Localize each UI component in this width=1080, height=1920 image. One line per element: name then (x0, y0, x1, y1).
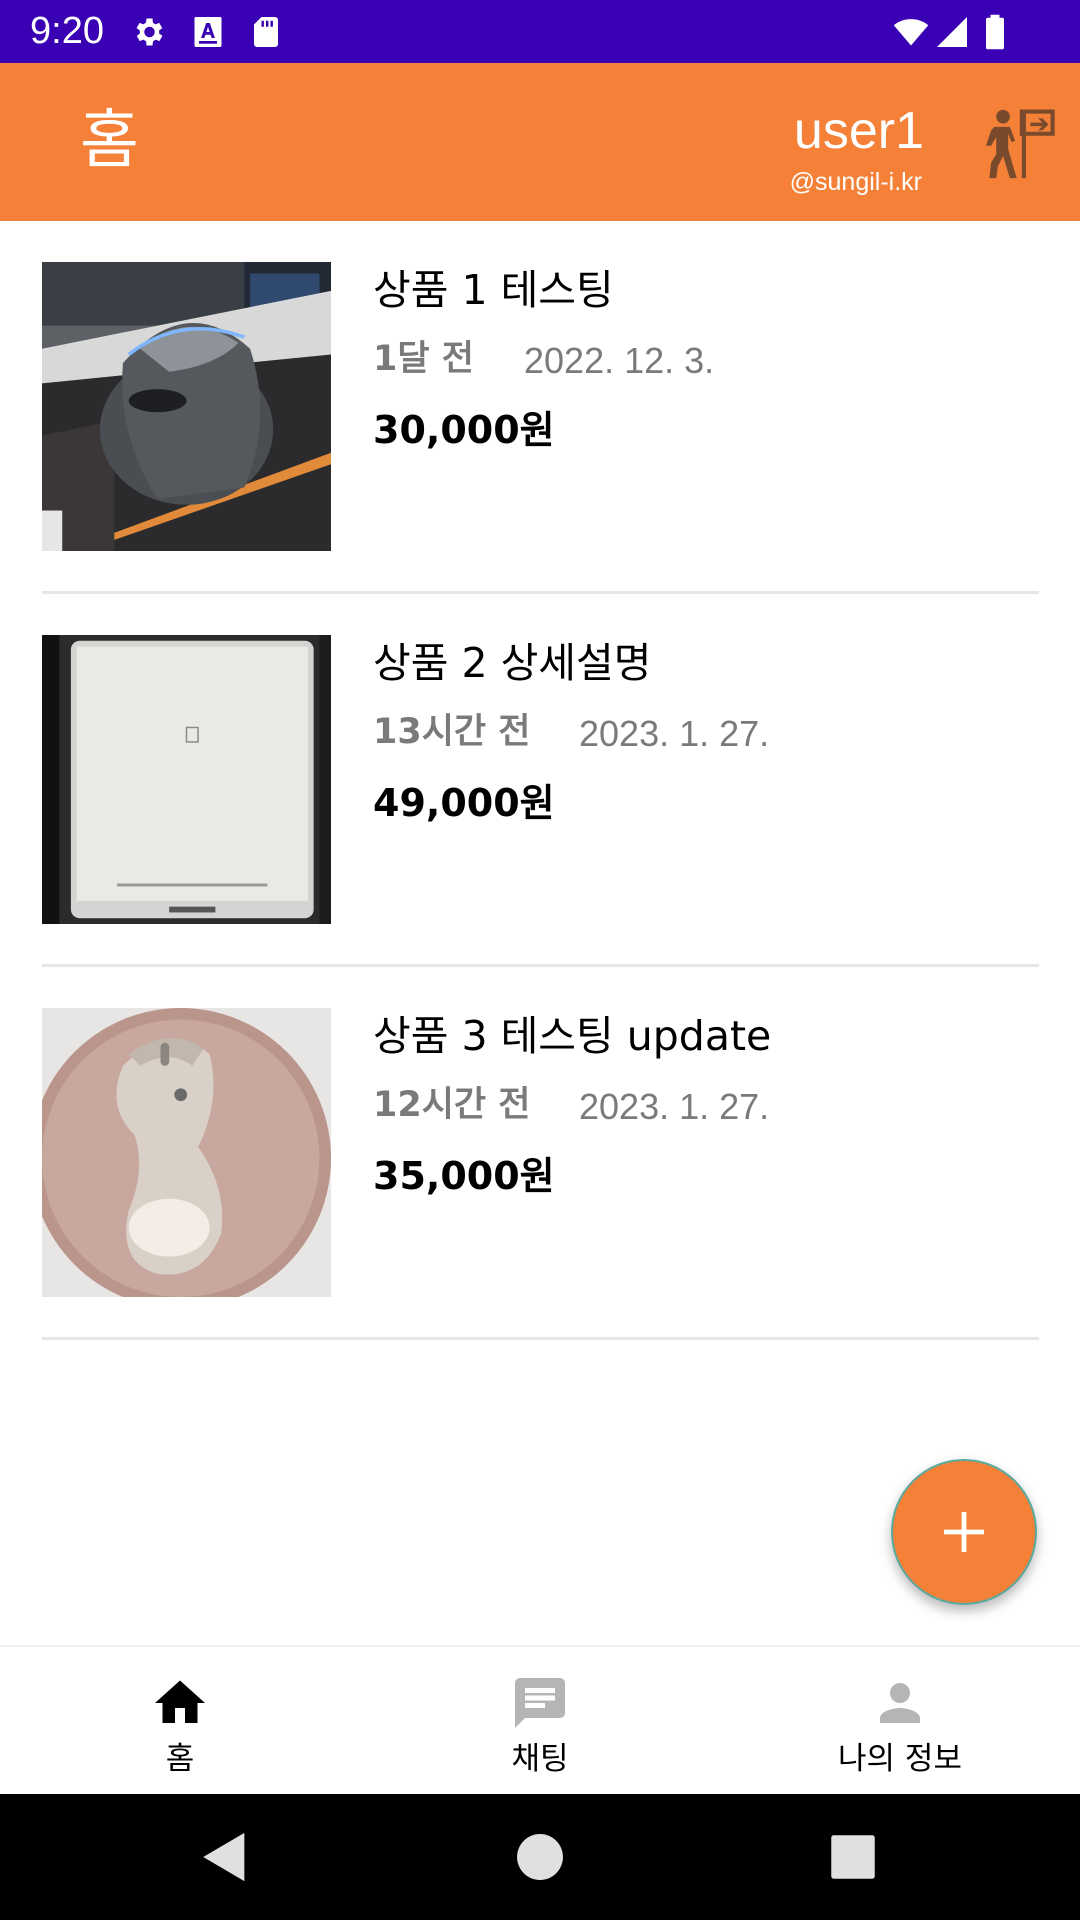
bottom-navigation: 홈 채팅 나의 정보 (0, 1645, 1080, 1794)
product-list-item[interactable]: 상품 3 테스팅 update 12시간 전 2023. 1. 27. 35,0… (0, 967, 1080, 1340)
product-date: 2023. 1. 27. (579, 1086, 770, 1127)
vertical-mouse-photo (42, 262, 331, 551)
status-bar: 9:20 (0, 0, 1080, 63)
app-bar: 홈 user1 @sungil-i.kr (0, 63, 1080, 221)
nav-label: 채팅 (511, 1741, 569, 1777)
username: user1 (793, 102, 924, 160)
product-time-ago: 1달 전 (373, 339, 474, 379)
settings-icon (130, 14, 166, 50)
home-circle-icon[interactable] (511, 1828, 569, 1886)
product-list-item[interactable]: 상품 2 상세설명 13시간 전 2023. 1. 27. 49,000원 (0, 594, 1080, 967)
person-icon (870, 1673, 930, 1733)
product-time-ago: 13시간 전 (373, 712, 531, 752)
nav-label: 홈 (165, 1741, 195, 1777)
product-list: 상품 1 테스팅 1달 전 2022. 12. 3. 30,000원 상품 2 … (0, 221, 1080, 1340)
nav-item-chat[interactable]: 채팅 (360, 1647, 720, 1794)
user-handle: @sungil-i.kr (789, 168, 922, 196)
nav-label: 나의 정보 (838, 1741, 962, 1777)
home-icon (150, 1673, 210, 1733)
product-thumbnail (42, 1008, 331, 1297)
product-list-item[interactable]: 상품 1 테스팅 1달 전 2022. 12. 3. 30,000원 (0, 221, 1080, 594)
product-price: 49,000원 (373, 781, 555, 825)
nav-item-home[interactable]: 홈 (0, 1647, 360, 1794)
a-font-icon (190, 14, 226, 50)
product-date: 2023. 1. 27. (579, 713, 770, 754)
plus-icon (944, 1512, 984, 1552)
wifi-icon (890, 14, 932, 50)
product-time-ago: 12시간 전 (373, 1085, 531, 1125)
product-title: 상품 3 테스팅 update (373, 1012, 772, 1060)
nav-item-my-info[interactable]: 나의 정보 (720, 1647, 1080, 1794)
product-thumbnail (42, 635, 331, 924)
add-product-button[interactable] (891, 1459, 1037, 1605)
product-thumbnail (42, 262, 331, 551)
product-price: 30,000원 (373, 408, 555, 452)
chat-icon (510, 1673, 570, 1733)
product-title: 상품 1 테스팅 (373, 266, 614, 314)
mouse-on-pad-photo (42, 1008, 331, 1297)
page-title: 홈 (80, 104, 139, 178)
e-reader-photo (42, 635, 331, 924)
logout-exit-icon (985, 109, 1055, 179)
status-time: 9:20 (30, 10, 104, 52)
signal-icon (934, 14, 970, 50)
logout-button[interactable] (974, 103, 1056, 185)
system-navigation-bar (0, 1794, 1080, 1920)
battery-icon (982, 14, 1008, 50)
sd-card-icon (248, 14, 284, 50)
back-icon[interactable] (196, 1828, 254, 1886)
recents-icon[interactable] (824, 1828, 882, 1886)
product-price: 35,000원 (373, 1154, 555, 1198)
product-title: 상품 2 상세설명 (373, 639, 652, 687)
product-date: 2022. 12. 3. (524, 340, 715, 381)
divider (42, 1337, 1039, 1340)
